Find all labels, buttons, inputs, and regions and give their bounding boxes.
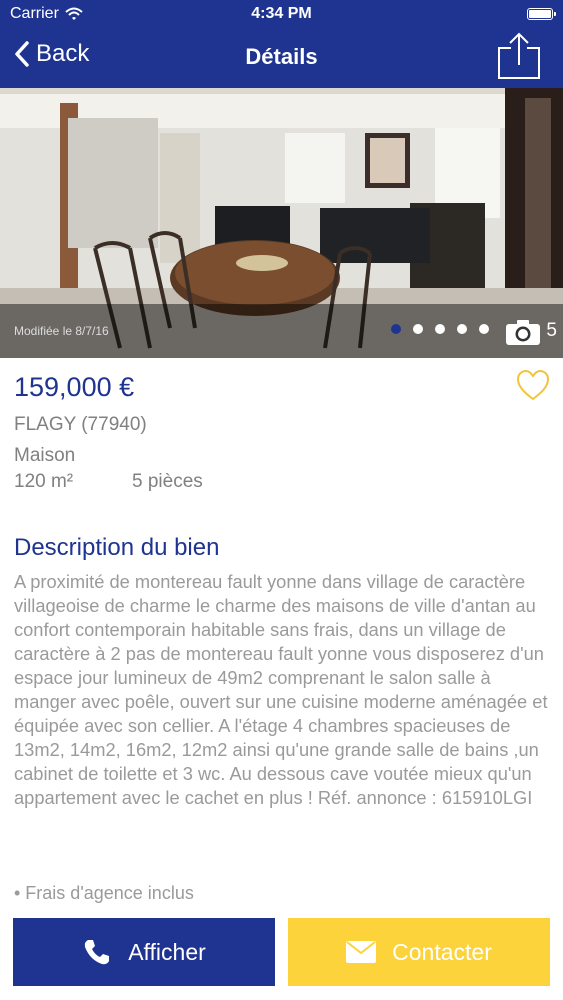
photo-count: 5: [546, 320, 557, 341]
property-type: Maison: [14, 445, 76, 466]
photo-info-bar: Modifiée le 8/7/16 5: [0, 304, 563, 358]
nav-bar: Back Détails: [0, 28, 563, 88]
pager-dot[interactable]: [413, 324, 423, 334]
pager-dot[interactable]: [479, 324, 489, 334]
share-icon[interactable]: [495, 32, 543, 80]
price: 159,000 €: [14, 372, 135, 402]
room-count: 5 pièces: [132, 471, 203, 492]
camera-icon: [506, 320, 540, 345]
photo-pager[interactable]: [391, 324, 489, 334]
contact-button[interactable]: Contacter: [288, 918, 550, 986]
page-title: Détails: [245, 44, 318, 69]
battery-icon: [527, 8, 556, 20]
call-button-label: Afficher: [128, 938, 206, 965]
contact-button-label: Contacter: [392, 938, 492, 965]
envelope-icon: [346, 941, 377, 963]
pager-dot[interactable]: [457, 324, 467, 334]
description-text: A proximité de montereau fault yonne dan…: [14, 571, 548, 808]
agency-fees-note: • Frais d'agence inclus: [14, 883, 194, 903]
pager-dot[interactable]: [435, 324, 445, 334]
description-title: Description du bien: [14, 534, 220, 561]
status-time: 4:34 PM: [251, 5, 312, 22]
call-button[interactable]: Afficher: [13, 918, 275, 986]
pager-dot[interactable]: [391, 324, 401, 334]
property-photo[interactable]: Modifiée le 8/7/16 5: [0, 88, 563, 358]
surface-area: 120 m²: [14, 471, 74, 492]
modified-date: Modifiée le 8/7/16: [14, 324, 109, 338]
city-label: FLAGY (77940): [14, 414, 147, 435]
heart-icon[interactable]: [515, 368, 551, 402]
phone-icon: [85, 940, 110, 965]
status-bar: Carrier 4:34 PM: [0, 0, 563, 28]
